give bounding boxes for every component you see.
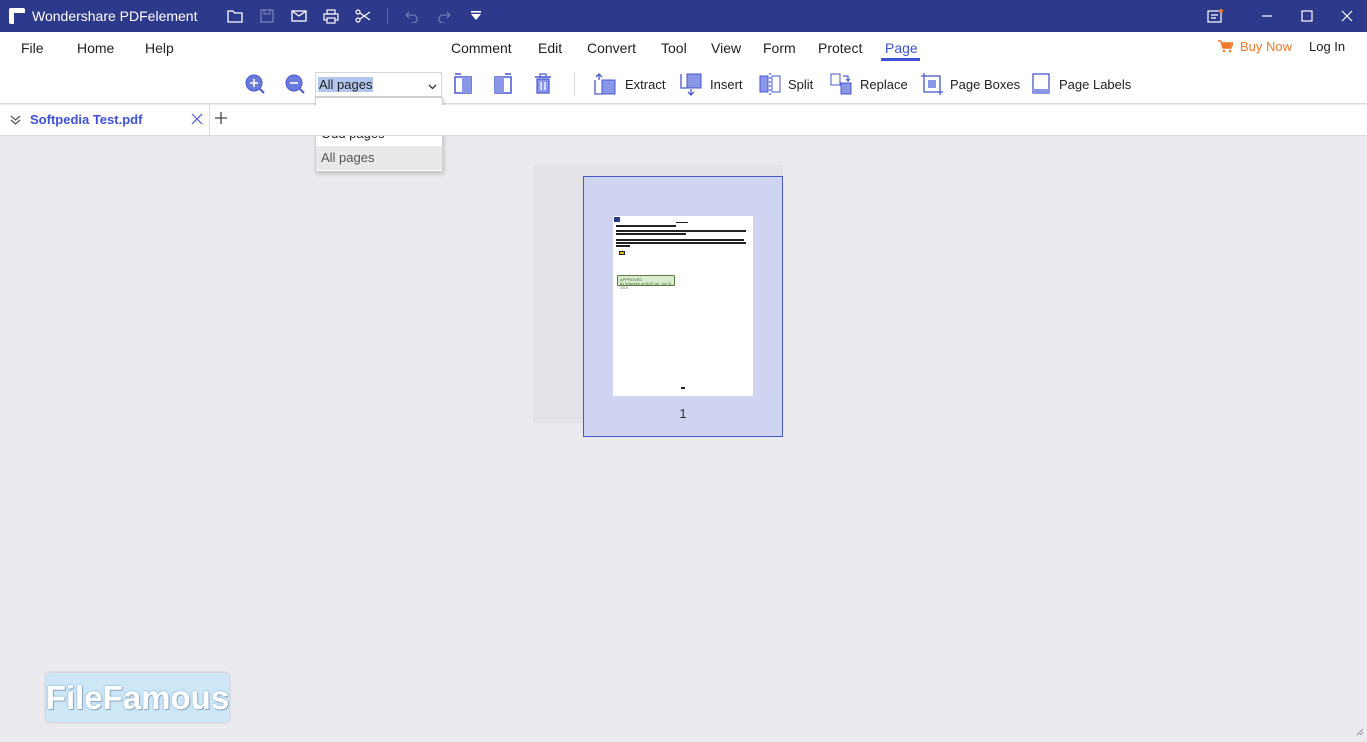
page-number: 1 — [679, 406, 687, 421]
page-logo-mark — [614, 217, 620, 222]
collapse-chevron-icon[interactable] — [9, 113, 22, 129]
app-logo-icon — [9, 8, 25, 24]
watermark-text: FileFamous — [45, 678, 230, 716]
page-thumbnail[interactable]: APPROVED By Softpedia at 08:57 pm, Jun 0… — [613, 216, 753, 396]
add-tab-icon[interactable] — [214, 111, 228, 128]
page-text-line — [616, 225, 676, 227]
insert-label[interactable]: Insert — [710, 77, 743, 92]
page-text-line — [616, 230, 746, 232]
undo-icon[interactable] — [396, 0, 428, 32]
cart-icon — [1218, 40, 1233, 53]
page-range-selected: All pages — [318, 77, 374, 92]
document-tab-name: Softpedia Test.pdf — [30, 112, 143, 127]
page-text-line — [616, 242, 746, 244]
page-boxes-icon[interactable] — [920, 72, 944, 96]
log-in-link[interactable]: Log In — [1309, 39, 1345, 54]
split-label[interactable]: Split — [788, 77, 813, 92]
tab-protect[interactable]: Protect — [818, 40, 862, 56]
split-icon[interactable] — [758, 72, 782, 96]
rotate-right-icon[interactable] — [491, 72, 515, 96]
document-tab[interactable]: Softpedia Test.pdf — [0, 105, 210, 135]
replace-label[interactable]: Replace — [860, 77, 908, 92]
redo-icon[interactable] — [428, 0, 460, 32]
window-controls — [1195, 0, 1367, 32]
page-text-line — [616, 233, 686, 235]
page-labels-icon[interactable] — [1029, 72, 1053, 96]
active-tab-indicator — [881, 58, 920, 61]
save-icon[interactable] — [251, 0, 283, 32]
page-labels-label[interactable]: Page Labels — [1059, 77, 1131, 92]
zoom-in-icon[interactable] — [243, 72, 267, 96]
quick-access-toolbar — [219, 0, 492, 32]
comment-note-icon — [619, 251, 625, 255]
extract-label[interactable]: Extract — [625, 77, 665, 92]
mail-icon[interactable] — [283, 0, 315, 32]
tab-view[interactable]: View — [711, 40, 741, 56]
tab-form[interactable]: Form — [763, 40, 796, 56]
toolbar-separator — [574, 72, 575, 96]
menu-file[interactable]: File — [21, 40, 44, 56]
page-thumbnail-card[interactable]: APPROVED By Softpedia at 08:57 pm, Jun 0… — [583, 176, 783, 437]
document-tab-bar: Softpedia Test.pdf — [0, 105, 1367, 136]
option-all-pages[interactable]: All pages — [316, 146, 442, 170]
tab-convert[interactable]: Convert — [587, 40, 636, 56]
insert-icon[interactable] — [679, 72, 703, 96]
print-icon[interactable] — [315, 0, 347, 32]
menu-bar: File Home Help Comment Edit Convert Tool… — [0, 32, 1367, 66]
tab-page[interactable]: Page — [885, 40, 918, 56]
minimize-icon[interactable] — [1247, 0, 1287, 32]
page-range-select[interactable]: All pages — [315, 72, 442, 97]
scissors-icon[interactable] — [347, 0, 379, 32]
extract-icon[interactable] — [593, 72, 617, 96]
tab-edit[interactable]: Edit — [538, 40, 562, 56]
page-text-line — [616, 239, 744, 241]
rotate-left-icon[interactable] — [451, 72, 475, 96]
zoom-out-icon[interactable] — [283, 72, 307, 96]
app-title: Wondershare PDFelement — [32, 8, 198, 24]
page-toolbar: Extract Insert Split Replace Page Boxes … — [0, 66, 1367, 104]
tab-tool[interactable]: Tool — [661, 40, 687, 56]
replace-icon[interactable] — [829, 72, 853, 96]
filefamous-watermark: FileFamous — [46, 673, 229, 722]
maximize-icon[interactable] — [1287, 0, 1327, 32]
page-text-line — [616, 245, 630, 247]
page-boxes-label[interactable]: Page Boxes — [950, 77, 1020, 92]
approved-stamp: APPROVED By Softpedia at 08:57 pm, Jun 0… — [617, 275, 675, 290]
title-bar: Wondershare PDFelement — [0, 0, 1367, 32]
page-text-line — [676, 222, 688, 223]
customize-dropdown-icon[interactable] — [460, 0, 492, 32]
feedback-icon[interactable] — [1195, 0, 1235, 32]
stamp-subtitle: By Softpedia at 08:57 pm, Jun 01, 2019 — [620, 282, 673, 290]
delete-page-icon[interactable] — [531, 72, 555, 96]
buy-now-label: Buy Now — [1240, 39, 1293, 54]
tab-comment[interactable]: Comment — [451, 40, 512, 56]
chevron-down-icon — [428, 79, 437, 94]
open-folder-icon[interactable] — [219, 0, 251, 32]
page-footer-mark — [681, 387, 685, 389]
buy-now-button[interactable]: Buy Now — [1218, 39, 1292, 54]
close-tab-icon[interactable] — [191, 113, 203, 128]
menu-help[interactable]: Help — [145, 40, 174, 56]
menu-home[interactable]: Home — [77, 40, 114, 56]
toolbar-separator — [387, 8, 389, 24]
close-icon[interactable] — [1327, 0, 1367, 32]
resize-grip-icon[interactable] — [1356, 724, 1364, 739]
